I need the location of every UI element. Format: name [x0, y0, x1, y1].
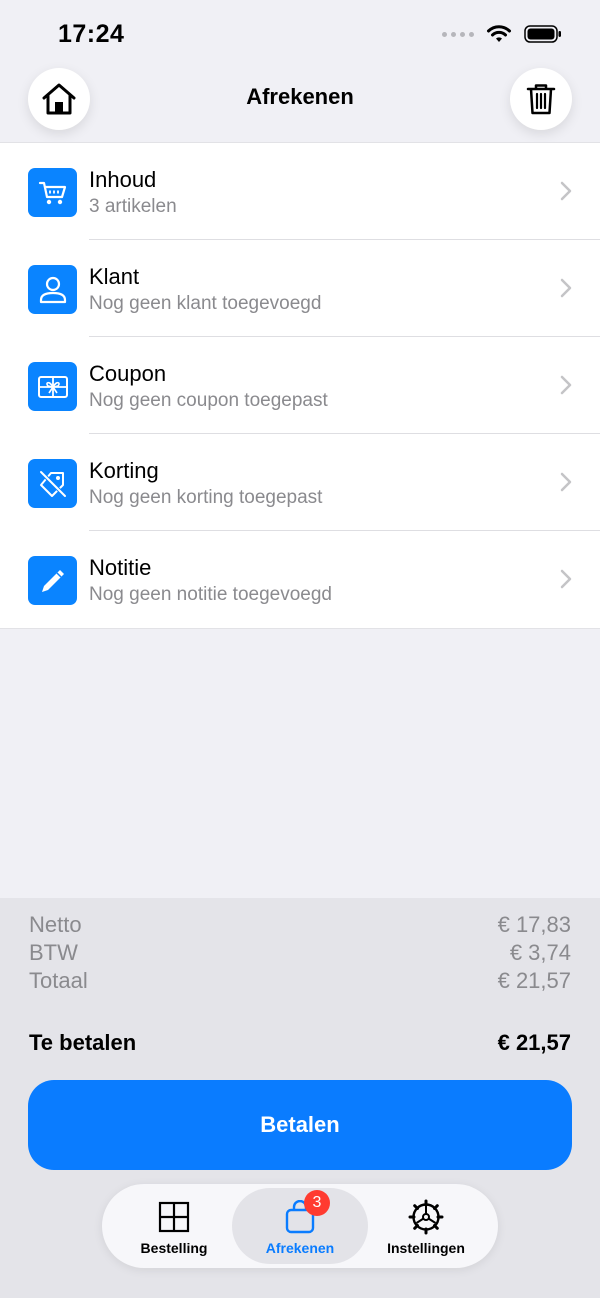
tab-instellingen[interactable]: Instellingen	[360, 1188, 492, 1264]
netto-value: € 17,83	[497, 912, 571, 937]
amount-due-label: Te betalen	[29, 1030, 137, 1055]
list-item-notitie[interactable]: Notitie Nog geen notitie toegevoegd	[0, 531, 600, 628]
navigation-header: Afrekenen	[0, 66, 600, 142]
btw-label: BTW	[29, 940, 78, 965]
list-item-klant[interactable]: Klant Nog geen klant toegevoegd	[0, 240, 600, 337]
tab-bar: Bestelling 3 Afrekenen Instellingen	[102, 1184, 498, 1268]
row-title: Klant	[89, 264, 140, 289]
cellular-signal-icon	[442, 31, 474, 37]
netto-label: Netto	[29, 912, 82, 937]
checkout-options-list: Inhoud 3 artikelen Klant Nog geen klant …	[0, 142, 600, 629]
trash-icon	[526, 84, 556, 115]
btw-value: € 3,74	[509, 940, 571, 965]
row-subtitle: Nog geen notitie toegevoegd	[89, 584, 332, 605]
amount-due-value: € 21,57	[497, 1030, 571, 1055]
totaal-line: Totaal € 21,57	[29, 968, 571, 994]
list-item-coupon[interactable]: Coupon Nog geen coupon toegepast	[0, 337, 600, 434]
chevron-right-icon	[560, 278, 572, 298]
person-icon	[28, 265, 77, 314]
chevron-right-icon	[560, 569, 572, 589]
row-subtitle: 3 artikelen	[89, 196, 177, 217]
gear-icon	[408, 1199, 444, 1235]
status-time: 17:24	[58, 20, 125, 48]
chevron-right-icon	[560, 181, 572, 201]
tab-label: Instellingen	[387, 1240, 465, 1256]
amount-due-line: Te betalen € 21,57	[29, 1030, 571, 1056]
list-item-inhoud[interactable]: Inhoud 3 artikelen	[0, 143, 600, 240]
netto-line: Netto € 17,83	[29, 912, 571, 938]
row-subtitle: Nog geen korting toegepast	[89, 487, 323, 508]
status-bar: 17:24	[0, 0, 600, 66]
row-title: Korting	[89, 458, 159, 483]
row-title: Inhoud	[89, 167, 157, 192]
chevron-right-icon	[560, 375, 572, 395]
totaal-label: Totaal	[29, 968, 88, 993]
chevron-right-icon	[560, 472, 572, 492]
row-subtitle: Nog geen coupon toegepast	[89, 390, 328, 411]
tag-slash-icon	[28, 459, 77, 508]
tab-afrekenen[interactable]: 3 Afrekenen	[232, 1188, 368, 1264]
delete-button[interactable]	[510, 68, 572, 130]
grid-icon	[158, 1201, 190, 1233]
list-item-korting[interactable]: Korting Nog geen korting toegepast	[0, 434, 600, 531]
status-icons	[442, 24, 562, 44]
cart-icon	[28, 168, 77, 217]
cart-count-badge: 3	[304, 1190, 330, 1216]
row-title: Coupon	[89, 361, 167, 386]
pencil-icon	[28, 556, 77, 605]
gift-card-icon	[28, 362, 77, 411]
tab-label: Afrekenen	[265, 1240, 335, 1256]
wifi-icon	[487, 25, 511, 42]
btw-line: BTW € 3,74	[29, 940, 571, 966]
row-subtitle: Nog geen klant toegevoegd	[89, 293, 322, 314]
tab-bestelling[interactable]: Bestelling	[108, 1188, 240, 1264]
totaal-value: € 21,57	[497, 968, 571, 993]
tab-label: Bestelling	[140, 1240, 208, 1256]
row-title: Notitie	[89, 555, 152, 580]
pay-button[interactable]: Betalen	[28, 1080, 572, 1170]
battery-icon	[524, 25, 561, 43]
